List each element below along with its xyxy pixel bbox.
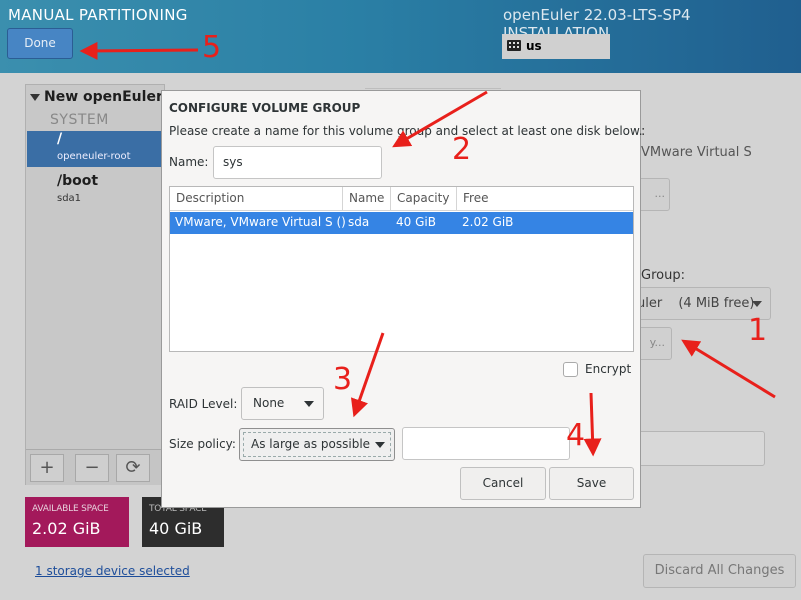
table-header: Description Name Capacity Free — [170, 187, 633, 211]
size-policy-label: Size policy: — [169, 437, 236, 451]
partition-item-root[interactable]: / openeuler-root — [27, 131, 164, 167]
dialog-title: CONFIGURE VOLUME GROUP — [169, 101, 361, 115]
size-policy-select[interactable]: As large as possible — [239, 428, 395, 461]
cell-description: VMware, VMware Virtual S () — [175, 215, 346, 229]
annotation-number: 2 — [452, 132, 472, 167]
column-header-free[interactable]: Free — [457, 187, 633, 211]
divider — [365, 88, 501, 89]
expander-icon[interactable] — [30, 93, 40, 101]
system-group-label: SYSTEM — [50, 112, 109, 128]
annotation-arrow — [681, 339, 776, 399]
annotation-number: 3 — [333, 362, 353, 397]
keyboard-icon — [507, 40, 521, 51]
cell-name: sda — [348, 215, 370, 229]
refresh-button[interactable]: ⟳ — [116, 454, 150, 482]
keyboard-layout-label: us — [526, 39, 542, 53]
save-button[interactable]: Save — [549, 467, 634, 500]
remove-partition-button[interactable]: − — [75, 454, 109, 482]
done-button[interactable]: Done — [7, 28, 73, 59]
total-space-value: 40 GiB — [149, 519, 203, 538]
raid-level-select[interactable]: None — [241, 387, 324, 420]
name-input[interactable]: sys — [213, 146, 382, 179]
keyboard-layout-indicator[interactable]: us — [502, 34, 610, 59]
name-label: Name: — [169, 155, 209, 169]
name-field-background[interactable] — [628, 431, 765, 466]
page-title: MANUAL PARTITIONING — [8, 6, 188, 24]
cell-capacity: 40 GiB — [396, 215, 436, 229]
column-header-name[interactable]: Name — [343, 187, 391, 211]
annotation-number: 4 — [566, 418, 586, 453]
volume-group-label: Group: — [641, 268, 685, 283]
focus-ring — [243, 432, 391, 457]
size-input[interactable] — [402, 427, 570, 460]
dialog-description: Please create a name for this volume gro… — [169, 124, 643, 138]
partition-list-panel: New openEuler 22.03-LTS-SP4 Installation… — [25, 84, 375, 485]
volume-group-free: (4 MiB free) — [678, 296, 755, 311]
column-header-capacity[interactable]: Capacity — [391, 187, 457, 211]
chevron-down-icon — [304, 401, 314, 407]
partition-item-boot[interactable]: /boot — [57, 173, 98, 189]
chevron-down-icon — [375, 442, 385, 448]
raid-level-label: RAID Level: — [169, 397, 238, 411]
mount-point: / — [57, 131, 63, 147]
cancel-button[interactable]: Cancel — [460, 467, 546, 500]
annotation-number: 1 — [748, 313, 768, 348]
available-space-badge: AVAILABLE SPACE 2.02 GiB — [25, 497, 129, 547]
annotation-number: 5 — [202, 30, 222, 65]
disk-table: Description Name Capacity Free VMware, V… — [169, 186, 634, 352]
encrypt-label: Encrypt — [585, 362, 632, 376]
device-name: sda1 — [57, 193, 82, 204]
discard-changes-button[interactable]: Discard All Changes — [643, 554, 796, 588]
device-name: openeuler-root — [57, 151, 131, 162]
available-space-value: 2.02 GiB — [32, 519, 101, 538]
chevron-down-icon — [752, 301, 762, 307]
partition-toolbar: + − ⟳ — [26, 449, 164, 485]
cell-free: 2.02 GiB — [462, 215, 514, 229]
available-space-label: AVAILABLE SPACE — [32, 504, 109, 514]
table-row[interactable]: VMware, VMware Virtual S () sda 40 GiB 2… — [170, 212, 633, 234]
device-description: VMware Virtual S — [641, 145, 752, 160]
raid-level-value: None — [253, 396, 285, 410]
checkbox-box[interactable] — [563, 362, 578, 377]
storage-devices-link[interactable]: 1 storage device selected — [35, 564, 190, 578]
header-bar: MANUAL PARTITIONING Done openEuler 22.03… — [0, 0, 801, 73]
add-partition-button[interactable]: + — [30, 454, 64, 482]
column-header-description[interactable]: Description — [170, 187, 343, 211]
